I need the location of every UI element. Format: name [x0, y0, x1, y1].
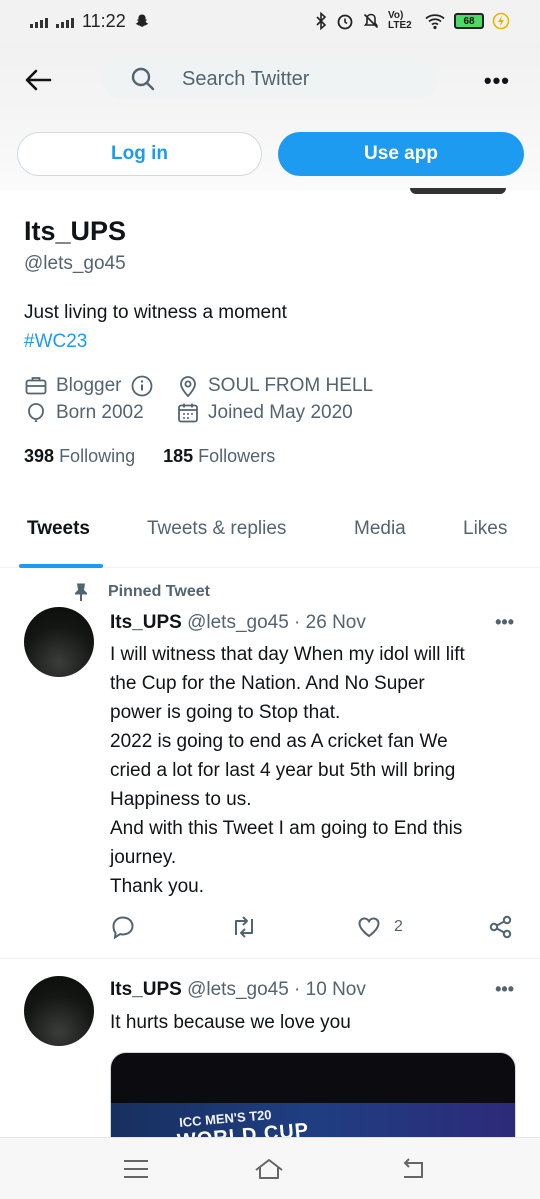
- tweet-line: And with this Tweet I am going to End th…: [110, 818, 463, 839]
- birth-info: Born 2002: [24, 401, 144, 425]
- network-label: Vo) LTE2: [388, 10, 412, 31]
- tweet-divider: [0, 958, 540, 959]
- heart-icon: [358, 917, 380, 938]
- tab-likes[interactable]: Likes: [463, 518, 507, 540]
- profile-avatar[interactable]: [410, 188, 506, 194]
- battery-indicator: 68: [454, 13, 484, 29]
- joined-info: Joined May 2020: [176, 401, 353, 425]
- profile-bio: Just living to witness a moment: [24, 302, 287, 323]
- share-button[interactable]: [488, 914, 514, 940]
- tweet-author-meta: @lets_go45 · 26 Nov: [187, 612, 366, 633]
- location-label: SOUL FROM HELL: [208, 375, 374, 396]
- snapchat-icon: [135, 14, 149, 27]
- following-label: Following: [59, 446, 136, 466]
- tweet-actions: 2: [110, 914, 520, 944]
- followers-count: 185: [163, 446, 194, 466]
- share-icon: [489, 915, 512, 939]
- tweet-avatar[interactable]: [24, 607, 94, 677]
- login-button[interactable]: Log in: [17, 132, 262, 176]
- mute-icon: [363, 13, 379, 29]
- like-button[interactable]: 2: [356, 914, 403, 940]
- tab-media[interactable]: Media: [354, 518, 406, 540]
- use-app-button[interactable]: Use app: [278, 132, 524, 176]
- back-arrow-icon[interactable]: [22, 64, 54, 96]
- tweet-line: cried a lot for last 4 year but 5th will…: [110, 760, 456, 781]
- tweet-more-button[interactable]: •••: [495, 612, 514, 633]
- retweet-button[interactable]: [230, 914, 258, 940]
- pinned-label-text: Pinned Tweet: [108, 583, 210, 600]
- pinned-tweet-label: Pinned Tweet: [72, 582, 210, 602]
- tweet-author-name[interactable]: Its_UPS: [110, 979, 182, 1000]
- tweet-text: I will witness that day When my idol wil…: [110, 640, 520, 901]
- tweet-avatar[interactable]: [24, 976, 94, 1046]
- system-nav-bar: [0, 1137, 540, 1199]
- location-pin-icon: [180, 376, 196, 398]
- followers-label: Followers: [198, 446, 276, 466]
- back-nav-icon[interactable]: [398, 1154, 428, 1184]
- following-count: 398: [24, 446, 55, 466]
- tweet-line: journey.: [110, 847, 177, 868]
- more-options-button[interactable]: •••: [484, 68, 510, 94]
- tweet-line: power is going to Stop that.: [110, 702, 341, 723]
- profile-tabs: Tweets Tweets & replies Media Likes: [0, 498, 540, 568]
- tweet-header: Its_UPS @lets_go45 · 10 Nov: [110, 979, 366, 1001]
- search-placeholder: Search Twitter: [182, 67, 310, 90]
- info-icon[interactable]: [130, 374, 154, 398]
- tweet-more-button[interactable]: •••: [495, 979, 514, 1000]
- born-label: Born 2002: [56, 402, 144, 423]
- tweet-text: It hurts because we love you: [110, 1008, 520, 1037]
- tweet-line: I will witness that day When my idol wil…: [110, 644, 465, 665]
- retweet-icon: [235, 916, 253, 938]
- tab-tweets[interactable]: Tweets: [27, 518, 90, 540]
- balloon-icon: [28, 403, 44, 422]
- follow-counts: 398 Following 185 Followers: [24, 446, 275, 467]
- followers-link[interactable]: 185 Followers: [163, 446, 275, 467]
- reply-button[interactable]: [110, 914, 136, 940]
- bio-hashtag-link[interactable]: #WC23: [24, 331, 87, 353]
- tweet-author-name[interactable]: Its_UPS: [110, 612, 182, 633]
- pin-icon: [75, 583, 87, 601]
- following-link[interactable]: 398 Following: [24, 446, 135, 467]
- profile-display-name: Its_UPS: [24, 216, 127, 246]
- joined-label: Joined May 2020: [208, 402, 353, 423]
- status-time: 11:22: [82, 10, 126, 31]
- location-info: SOUL FROM HELL: [176, 374, 373, 398]
- active-tab-indicator: [19, 564, 103, 568]
- tweet-line: the Cup for the Nation. And No Super: [110, 673, 425, 694]
- search-input[interactable]: Search Twitter: [102, 59, 438, 99]
- profession-label: Blogger: [56, 375, 122, 396]
- like-count: 2: [394, 918, 403, 935]
- calendar-icon: [178, 403, 198, 423]
- profession-info: Blogger: [24, 374, 154, 398]
- home-icon[interactable]: [254, 1154, 284, 1184]
- menu-icon[interactable]: [121, 1154, 151, 1184]
- tweet-author-meta: @lets_go45 · 10 Nov: [187, 979, 366, 1000]
- tweet-line: Thank you.: [110, 876, 204, 897]
- tweet-line: 2022 is going to end as A cricket fan We: [110, 731, 448, 752]
- briefcase-icon: [25, 377, 47, 395]
- wifi-icon: [425, 14, 445, 30]
- tweet-line: Happiness to us.: [110, 789, 252, 810]
- profile-handle: @lets_go45: [24, 253, 126, 274]
- top-header: Search Twitter ••• Log in Use app: [0, 42, 540, 190]
- search-icon: [131, 67, 155, 91]
- reply-icon: [112, 916, 134, 940]
- signal-2-icon: [56, 14, 74, 28]
- alarm-icon: [337, 14, 353, 30]
- tweet-header: Its_UPS @lets_go45 · 26 Nov: [110, 612, 366, 634]
- charging-icon: [492, 12, 510, 30]
- status-bar: 11:22 Vo) LTE2 68: [0, 0, 540, 42]
- tab-tweets-replies[interactable]: Tweets & replies: [147, 518, 286, 540]
- tweet-line: It hurts because we love you: [110, 1012, 351, 1033]
- bluetooth-icon: [316, 12, 327, 30]
- signal-1-icon: [30, 14, 48, 28]
